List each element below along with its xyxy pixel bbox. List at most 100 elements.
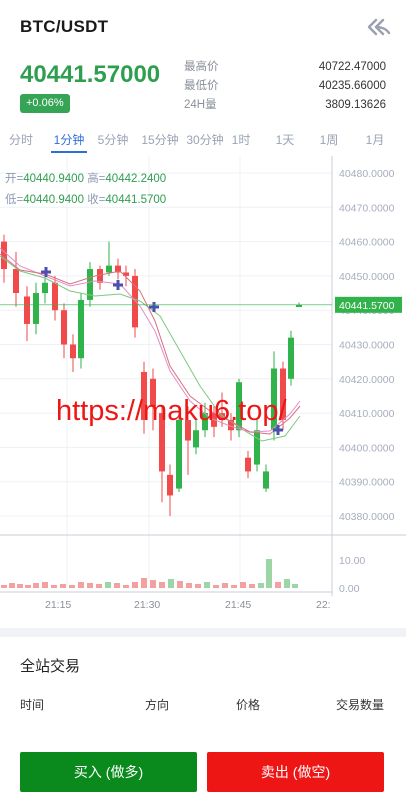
price-tick-label: 40460.0000 bbox=[339, 237, 395, 249]
column-direction: 方向 bbox=[145, 698, 170, 712]
volume-bar bbox=[177, 581, 183, 588]
tab-1week[interactable]: 1周 bbox=[318, 131, 340, 153]
volume-bar bbox=[168, 579, 174, 588]
column-price: 价格 bbox=[236, 698, 261, 712]
low-value: 40440.9400 bbox=[23, 194, 84, 206]
volume-bar bbox=[240, 582, 246, 588]
volume-bar bbox=[284, 579, 290, 588]
interval-tabs: 分时 1分钟 5分钟 15分钟 30分钟 1时 1天 1周 1月 bbox=[0, 131, 406, 153]
candle-body bbox=[42, 282, 48, 294]
volume-bar bbox=[105, 582, 111, 588]
volume-bar bbox=[33, 583, 39, 588]
stat-label: 24H量 bbox=[184, 99, 217, 111]
stat-label: 最高价 bbox=[184, 61, 219, 73]
sell-short-button[interactable]: 卖出 (做空) bbox=[207, 752, 384, 792]
high-label: 高= bbox=[87, 173, 106, 185]
volume-bar bbox=[275, 582, 281, 588]
volume-bar bbox=[17, 584, 23, 588]
column-quantity: 交易数量 bbox=[336, 698, 385, 712]
stat-label: 最低价 bbox=[184, 80, 219, 92]
volume-bar bbox=[51, 585, 57, 588]
candle-body bbox=[193, 430, 199, 448]
tab-1month[interactable]: 1月 bbox=[364, 131, 386, 153]
candle-body bbox=[78, 299, 84, 359]
price-tick-label: 40390.0000 bbox=[339, 477, 395, 489]
stat-value: 40722.47000 bbox=[318, 61, 386, 73]
candle-body bbox=[24, 296, 30, 324]
volume-bar bbox=[213, 585, 219, 588]
candle-body bbox=[106, 265, 112, 273]
volume-bar bbox=[204, 582, 210, 588]
volume-bar bbox=[9, 583, 15, 588]
volume-bar bbox=[150, 580, 156, 588]
volume-bar bbox=[141, 578, 147, 588]
current-price-label: 40441.5700 bbox=[339, 300, 395, 312]
volume-tick-label: 10.00 bbox=[339, 555, 365, 567]
volume-bar bbox=[186, 583, 192, 588]
stat-low: 最低价 40235.66000 bbox=[184, 77, 386, 96]
price-tick-label: 40480.0000 bbox=[339, 168, 395, 180]
time-tick-label: 21:15 bbox=[45, 599, 71, 611]
volume-bar bbox=[69, 585, 75, 588]
volume-bar bbox=[25, 585, 31, 588]
section-divider bbox=[0, 628, 406, 637]
stat-volume: 24H量 3809.13626 bbox=[184, 96, 386, 115]
price-tick-label: 40430.0000 bbox=[339, 340, 395, 352]
tab-timeshare[interactable]: 分时 bbox=[8, 131, 34, 153]
trades-title: 全站交易 bbox=[20, 658, 81, 675]
volume-bar bbox=[78, 582, 84, 588]
candle-body bbox=[52, 282, 58, 311]
buy-long-button[interactable]: 买入 (做多) bbox=[20, 752, 197, 792]
candle-body bbox=[296, 304, 302, 307]
ticker-stats: 最高价 40722.47000 最低价 40235.66000 24H量 380… bbox=[184, 58, 386, 115]
volume-bar bbox=[123, 585, 129, 588]
time-tick-label: 22: bbox=[316, 599, 331, 611]
price-tick-label: 40420.0000 bbox=[339, 374, 395, 386]
tab-1hour[interactable]: 1时 bbox=[230, 131, 252, 153]
volume-bar bbox=[114, 583, 120, 588]
candle-body bbox=[70, 344, 76, 359]
volume-bar bbox=[231, 585, 237, 588]
candle-body bbox=[61, 310, 67, 345]
tab-1min[interactable]: 1分钟 bbox=[51, 131, 87, 153]
volume-bar bbox=[132, 582, 138, 588]
double-chevron-back-icon[interactable] bbox=[366, 16, 392, 38]
time-tick-label: 21:45 bbox=[225, 599, 251, 611]
price-tick-label: 40470.0000 bbox=[339, 202, 395, 214]
volume-bar bbox=[42, 582, 48, 588]
candle-body bbox=[288, 337, 294, 379]
low-label: 低= bbox=[5, 194, 24, 206]
tab-1day[interactable]: 1天 bbox=[274, 131, 296, 153]
candle-body bbox=[245, 457, 251, 472]
change-badge: +0.06% bbox=[20, 94, 70, 113]
stat-high: 最高价 40722.47000 bbox=[184, 58, 386, 77]
volume-bar bbox=[292, 584, 298, 588]
tab-30min[interactable]: 30分钟 bbox=[186, 131, 224, 153]
column-time: 时间 bbox=[20, 698, 45, 712]
volume-bar bbox=[266, 559, 272, 588]
close-value: 40441.5700 bbox=[105, 194, 167, 206]
volume-bar bbox=[60, 584, 66, 588]
candle-body bbox=[263, 471, 269, 489]
signal-marker bbox=[113, 280, 123, 290]
tab-5min[interactable]: 5分钟 bbox=[97, 131, 129, 153]
volume-bar bbox=[222, 583, 228, 588]
volume-bar bbox=[195, 584, 201, 588]
close-label: 收= bbox=[87, 194, 106, 206]
price-tick-label: 40450.0000 bbox=[339, 271, 395, 283]
tab-15min[interactable]: 15分钟 bbox=[141, 131, 179, 153]
volume-tick-label: 0.00 bbox=[339, 583, 360, 595]
pair-title: BTC/USDT bbox=[20, 17, 109, 36]
candle-body bbox=[254, 430, 260, 465]
stat-value: 40235.66000 bbox=[318, 80, 386, 92]
ohlc-line-1: 开=40440.9400 高=40442.2400 bbox=[5, 170, 166, 186]
kline-chart[interactable]: 40480.0000 40470.0000 40460.0000 40450.0000… bbox=[0, 156, 406, 616]
open-label: 开= bbox=[5, 173, 24, 185]
header: BTC/USDT bbox=[0, 0, 406, 58]
price-tick-label: 40410.0000 bbox=[339, 408, 395, 420]
candle-body bbox=[176, 419, 182, 489]
price-tick-label: 40380.0000 bbox=[339, 511, 395, 523]
candle-body bbox=[167, 474, 173, 496]
volume-bar bbox=[87, 583, 93, 588]
volume-bar bbox=[258, 583, 264, 588]
